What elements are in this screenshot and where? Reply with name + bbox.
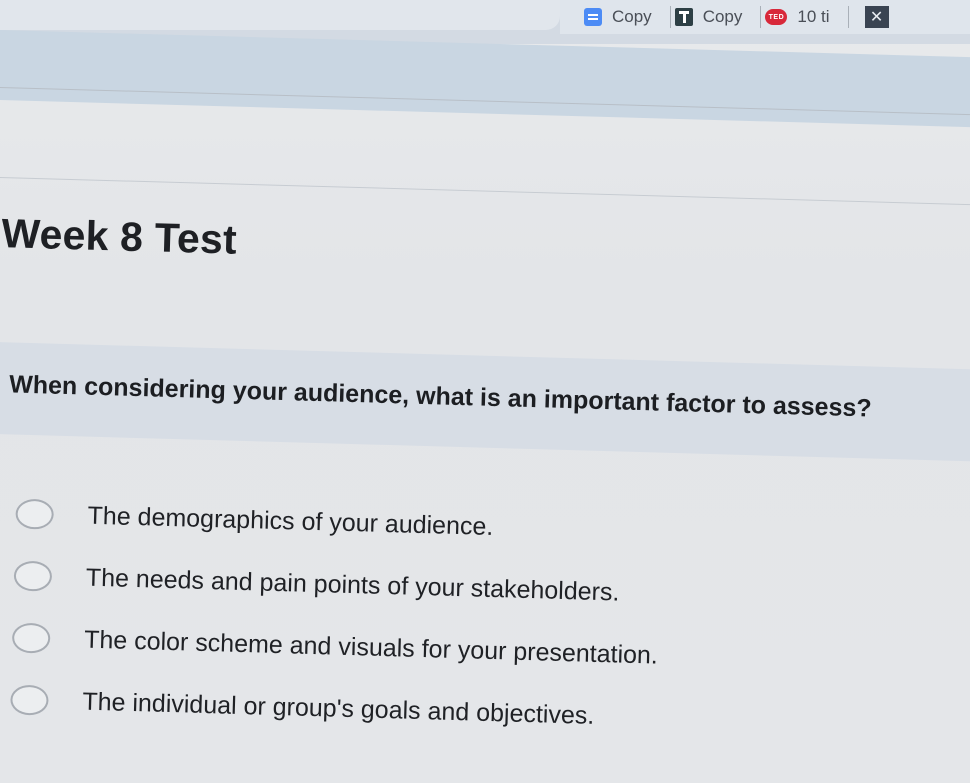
answer-label: The color scheme and visuals for your pr…: [83, 625, 659, 670]
quiz-content: Week 8 Test When considering your audien…: [0, 0, 970, 783]
screenshot: Copy Copy TED 10 ti ✕ Week 8 Test When c…: [0, 0, 970, 783]
radio-button[interactable]: [13, 560, 53, 592]
answer-options: The demographics of your audience. The n…: [10, 483, 663, 749]
page-title: Week 8 Test: [0, 210, 238, 263]
answer-label: The individual or group's goals and obje…: [82, 687, 595, 730]
answer-label: The demographics of your audience.: [87, 501, 494, 541]
radio-button[interactable]: [11, 622, 51, 654]
radio-button[interactable]: [15, 498, 55, 530]
radio-button[interactable]: [10, 684, 49, 716]
answer-label: The needs and pain points of your stakeh…: [85, 563, 620, 607]
